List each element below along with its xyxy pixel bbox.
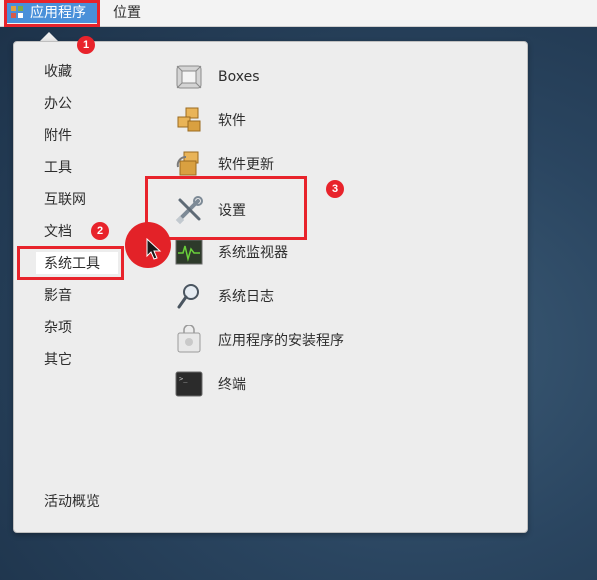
category-utilities[interactable]: 工具 [44, 156, 72, 178]
app-boxes[interactable]: Boxes [174, 61, 260, 93]
app-label: 软件 [218, 113, 246, 129]
category-label: 收藏 [44, 64, 72, 80]
badge-number: 2 [96, 225, 104, 237]
app-system-log[interactable]: 系统日志 [174, 280, 274, 312]
step-badge-1: 1 [77, 36, 95, 54]
places-menu-button[interactable]: 位置 [113, 2, 141, 22]
app-terminal[interactable]: >_ 终端 [174, 368, 246, 400]
category-label: 其它 [44, 352, 72, 368]
app-software[interactable]: 软件 [174, 104, 246, 136]
category-label: 互联网 [44, 192, 86, 208]
app-system-monitor[interactable]: 系统监视器 [174, 236, 288, 268]
category-label: 影音 [44, 288, 72, 304]
software-icon [174, 105, 204, 135]
app-installer-icon [174, 324, 204, 355]
badge-number: 1 [82, 39, 90, 51]
boxes-icon [174, 62, 204, 92]
category-accessories[interactable]: 附件 [44, 124, 72, 146]
category-internet[interactable]: 互联网 [44, 188, 86, 210]
category-label: 杂项 [44, 320, 72, 336]
activities-overview-link[interactable]: 活动概览 [44, 490, 100, 512]
system-monitor-icon [174, 237, 204, 267]
app-label: 软件更新 [218, 157, 274, 173]
category-office[interactable]: 办公 [44, 92, 72, 114]
app-label: 终端 [218, 377, 246, 393]
step-badge-3: 3 [326, 180, 344, 198]
category-documents[interactable]: 文档 [44, 220, 72, 242]
app-label: Boxes [218, 69, 260, 85]
places-label: 位置 [113, 5, 141, 21]
applications-menu: 收藏 办公 附件 工具 互联网 文档 系统工具 影音 杂项 其它 活动概览 Bo… [13, 41, 528, 533]
highlight-system-tools [17, 246, 124, 280]
step-badge-2: 2 [91, 222, 109, 240]
category-label: 办公 [44, 96, 72, 112]
mouse-pointer-icon [146, 237, 162, 264]
category-other[interactable]: 其它 [44, 348, 72, 370]
activities-label: 活动概览 [44, 494, 100, 510]
category-label: 附件 [44, 128, 72, 144]
app-label: 系统日志 [218, 289, 274, 305]
badge-number: 3 [331, 183, 339, 195]
category-label: 工具 [44, 160, 72, 176]
app-installer[interactable]: 应用程序的安装程序 [174, 324, 344, 356]
system-log-icon [174, 281, 204, 311]
menu-arrow [40, 32, 58, 41]
app-label: 应用程序的安装程序 [218, 333, 344, 349]
category-multimedia[interactable]: 影音 [44, 284, 72, 306]
highlight-applications [4, 0, 100, 27]
category-favorites[interactable]: 收藏 [44, 60, 72, 82]
highlight-settings [145, 176, 307, 240]
category-label: 文档 [44, 224, 72, 240]
category-misc[interactable]: 杂项 [44, 316, 72, 338]
software-update-icon [174, 149, 204, 179]
svg-text:>_: >_ [179, 375, 188, 383]
terminal-icon: >_ [174, 369, 204, 399]
app-label: 系统监视器 [218, 245, 288, 261]
